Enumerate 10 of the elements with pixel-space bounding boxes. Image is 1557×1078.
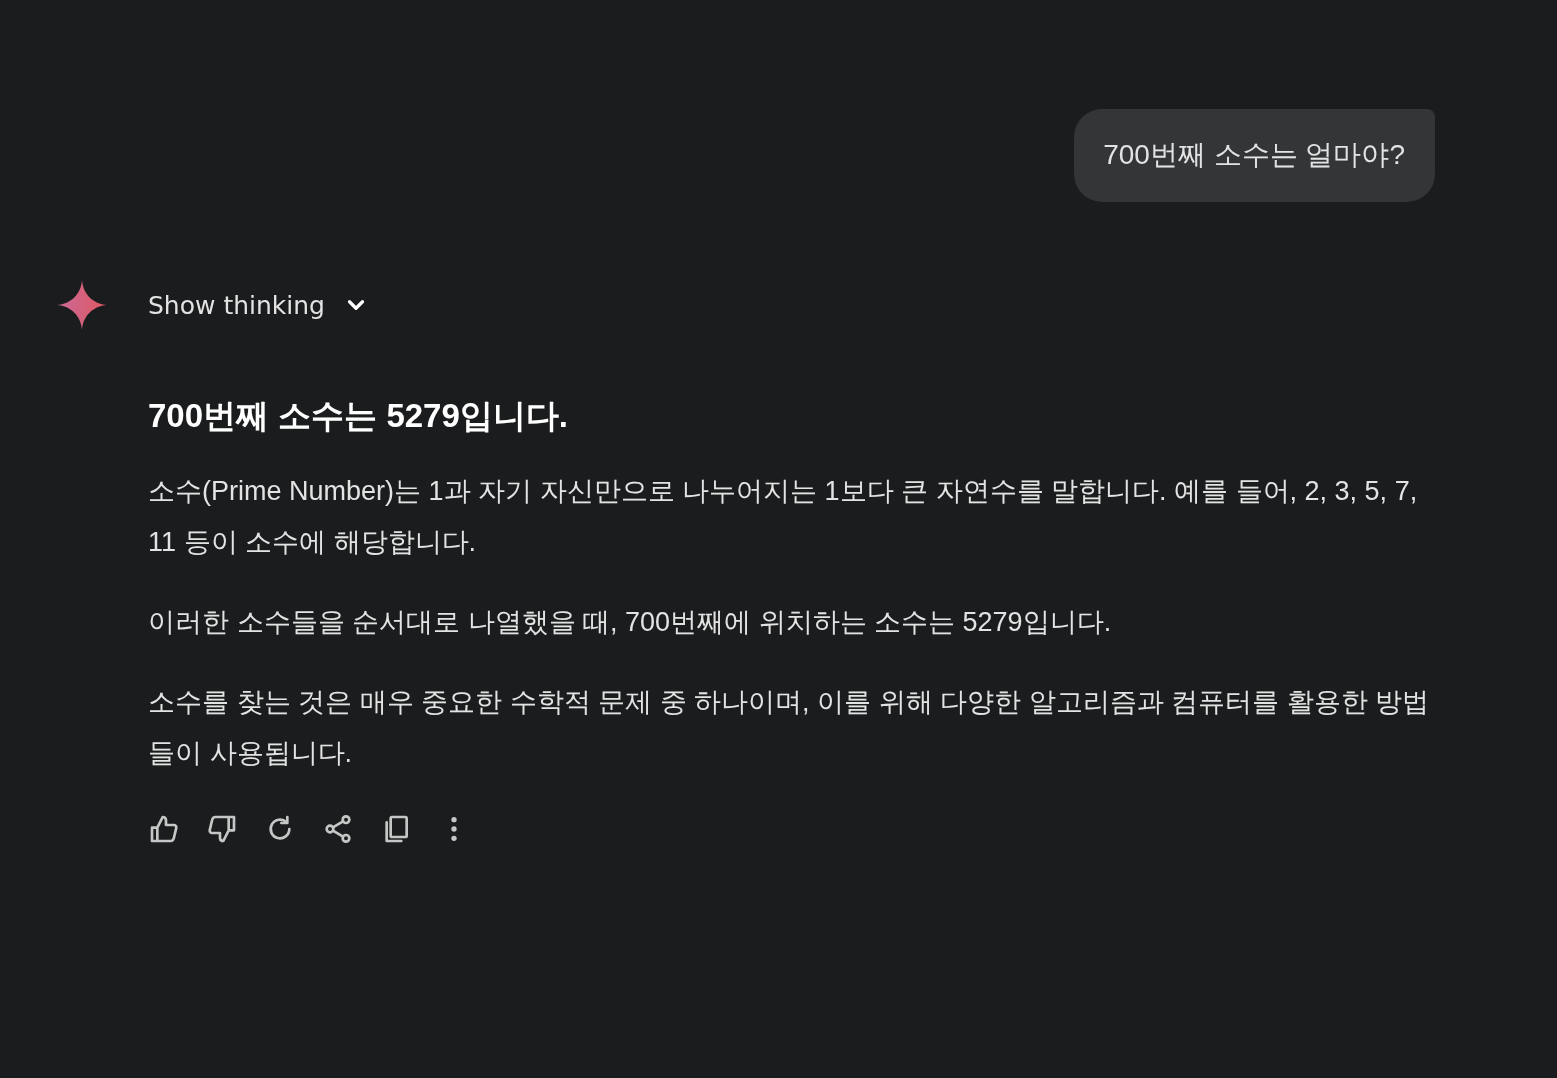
sparkle-icon (57, 280, 107, 330)
answer-paragraph: 이러한 소수들을 순서대로 나열했을 때, 700번째에 위치하는 소수는 5279입니다. (148, 606, 1113, 639)
answer-paragraph: 소수(Prime Number)는 1과 자기 자신만으로 나누어지는 1보다 큰 자연수를 말합니다. 예를 들어, 2, 3, 5, 7, 11 등이 소수에 해당합니다. (148, 475, 1419, 559)
share-icon[interactable] (322, 813, 354, 845)
show-thinking-button[interactable]: Show thinking (148, 290, 369, 320)
user-message: 700번째 소수는 얼마야? (1074, 109, 1435, 202)
answer-heading: 700번째 소수는 5279입니다. (148, 396, 569, 436)
thumbs-up-icon[interactable] (148, 813, 180, 845)
answer-paragraph: 소수를 찾는 것은 매우 중요한 수학적 문제 중 하나이며, 이를 위해 다양한 알고리즘과 컴퓨터를 활용한 방법들이 사용됩니다. (148, 686, 1431, 770)
thumbs-down-icon[interactable] (206, 813, 238, 845)
